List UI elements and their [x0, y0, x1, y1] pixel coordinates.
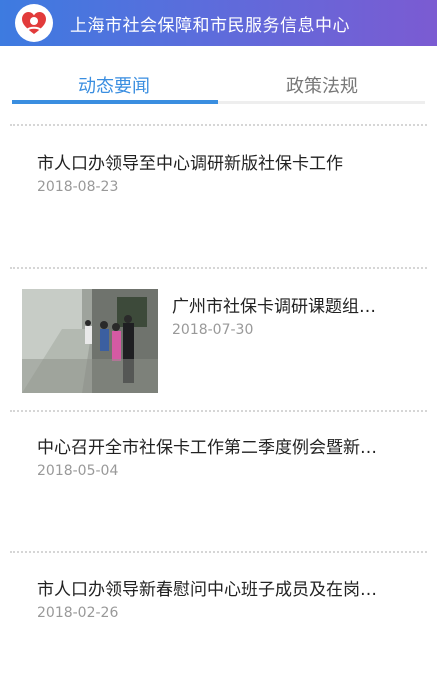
tab-active-indicator	[12, 100, 218, 104]
news-thumbnail[interactable]	[22, 289, 158, 393]
news-date: 2018-02-26	[37, 605, 119, 621]
divider	[10, 267, 427, 269]
app-header: 上海市社会保障和市民服务信息中心	[0, 0, 437, 46]
logo-icon	[15, 4, 53, 42]
divider	[10, 551, 427, 553]
divider	[10, 410, 427, 412]
photo-visitors-icon	[22, 289, 158, 393]
app-title: 上海市社会保障和市民服务信息中心	[70, 16, 350, 36]
tab-news[interactable]: 动态要闻	[24, 72, 204, 98]
tab-bar: 动态要闻 政策法规	[0, 46, 437, 106]
tab-policy[interactable]: 政策法规	[232, 72, 412, 98]
divider	[10, 124, 427, 126]
news-title[interactable]: 广州市社保卡调研课题组…	[172, 292, 412, 317]
news-title[interactable]: 市人口办领导新春慰问中心班子成员及在岗…	[37, 575, 425, 600]
news-title[interactable]: 中心召开全市社保卡工作第二季度例会暨新…	[37, 433, 425, 458]
news-date: 2018-07-30	[172, 322, 254, 338]
news-date: 2018-08-23	[37, 179, 119, 195]
news-title[interactable]: 市人口办领导至中心调研新版社保卡工作	[37, 149, 417, 174]
news-date: 2018-05-04	[37, 463, 119, 479]
